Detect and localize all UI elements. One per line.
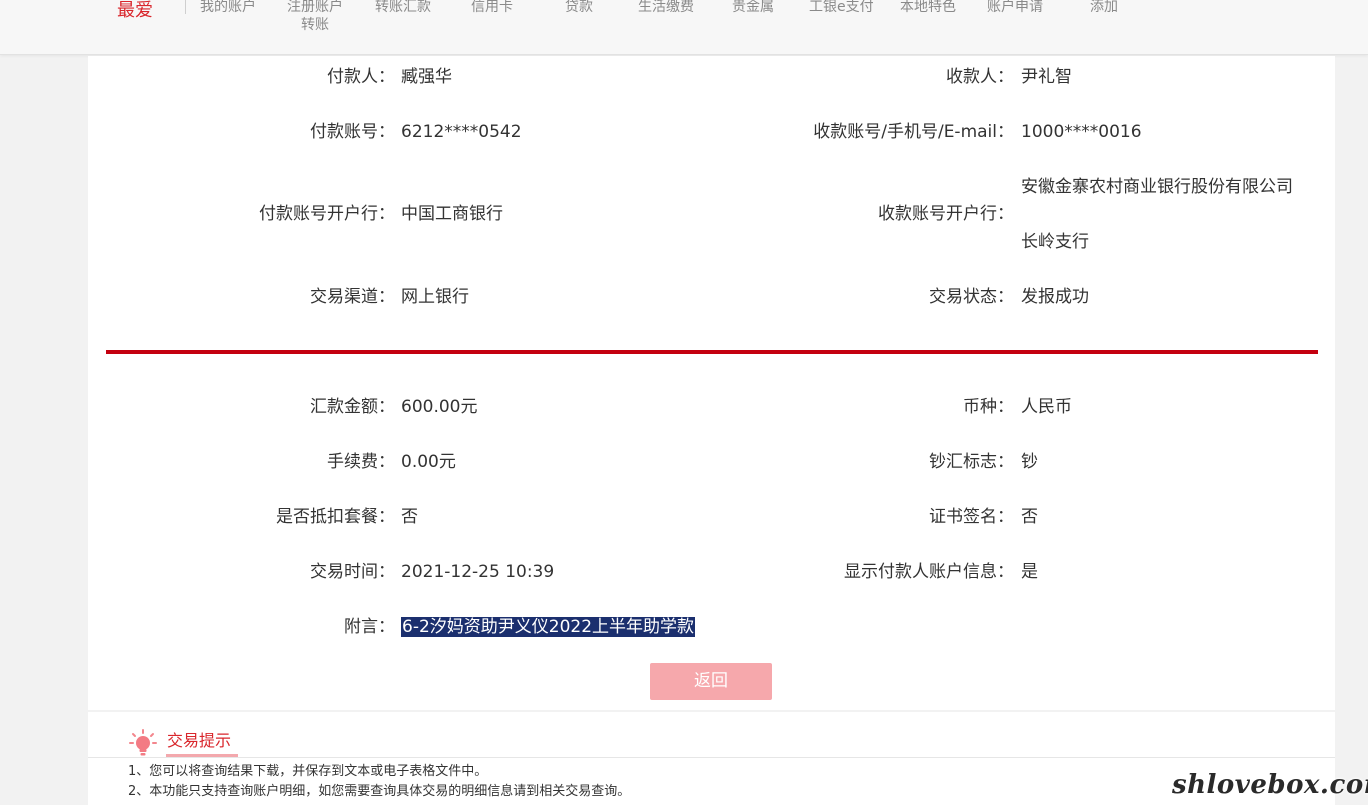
time-label: 交易时间： [310, 562, 395, 582]
nav-item-registered-transfer-line1: 注册账户 [287, 0, 343, 15]
currency-label: 币种： [963, 397, 1014, 417]
nav-separator [185, 0, 186, 14]
tip-line-2: 2、本功能只支持查询账户明细，如您需要查询具体交易的明细信息请到相关交易查询。 [128, 784, 631, 799]
nav-item-e-pay[interactable]: 工银e支付 [809, 0, 874, 16]
fee-label: 手续费： [327, 452, 395, 472]
payee-account-label: 收款账号/手机号/E-mail： [813, 122, 1014, 142]
tip-line-1: 1、您可以将查询结果下载，并保存到文本或电子表格文件中。 [128, 764, 488, 779]
channel-label: 交易渠道： [310, 287, 395, 307]
nav-item-registered-transfer[interactable]: 注册账户 转账 [287, 0, 343, 34]
payee-account-value: 1000****0016 [1021, 122, 1142, 142]
top-nav: 最爱 我的账户 注册账户 转账 转账汇款 信用卡 贷款 生活缴费 贵金属 工银e… [0, 0, 1368, 55]
nav-item-add[interactable]: 添加 [1090, 0, 1118, 16]
watermark: shlovebox.com [1172, 770, 1368, 800]
currency-value: 人民币 [1021, 397, 1072, 417]
payer-account-label: 付款账号： [310, 122, 395, 142]
transaction-tips: 交易提示 1、您可以将查询结果下载，并保存到文本或电子表格文件中。 2、本功能只… [88, 712, 1335, 805]
nav-item-my-account[interactable]: 我的账户 [200, 0, 256, 16]
lightbulb-icon [128, 728, 158, 758]
payee-bank-value-line1: 安徽金寨农村商业银行股份有限公司 [1021, 177, 1293, 197]
payer-account-value: 6212****0542 [401, 122, 522, 142]
cert-value: 否 [1021, 507, 1038, 527]
nav-item-account-apply[interactable]: 账户申请 [987, 0, 1043, 16]
channel-value: 网上银行 [401, 287, 469, 307]
nav-item-credit-card[interactable]: 信用卡 [471, 0, 513, 16]
fee-value: 0.00元 [401, 452, 456, 472]
return-button[interactable]: 返回 [650, 663, 772, 700]
nav-favorite[interactable]: 最爱 [117, 0, 153, 22]
memo-value: 6-2汐妈资助尹义仪2022上半年助学款 [401, 612, 696, 642]
nav-item-loan[interactable]: 贷款 [565, 0, 593, 16]
cert-label: 证书签名： [929, 507, 1014, 527]
nav-item-transfer[interactable]: 转账汇款 [375, 0, 431, 16]
package-value: 否 [401, 507, 418, 527]
tips-title-underline [166, 754, 238, 757]
show-payer-value: 是 [1021, 562, 1038, 582]
tips-title: 交易提示 [167, 731, 232, 750]
nav-item-precious-metal[interactable]: 贵金属 [732, 0, 774, 16]
show-payer-label: 显示付款人账户信息： [844, 562, 1014, 582]
status-value: 发报成功 [1021, 287, 1089, 307]
payer-value: 臧强华 [401, 67, 452, 87]
payee-label: 收款人： [946, 67, 1014, 87]
payee-bank-label: 收款账号开户行： [878, 204, 1014, 224]
payer-label: 付款人： [327, 67, 395, 87]
memo-selected-text[interactable]: 6-2汐妈资助尹义仪2022上半年助学款 [401, 617, 696, 637]
tips-header-line [88, 757, 1335, 758]
cash-flag-label: 钞汇标志： [929, 452, 1014, 472]
amount-label: 汇款金额： [310, 397, 395, 417]
payee-bank-value-line2: 长岭支行 [1021, 232, 1089, 252]
memo-label: 附言： [344, 617, 395, 637]
nav-item-local-feature[interactable]: 本地特色 [900, 0, 956, 16]
payer-bank-label: 付款账号开户行： [259, 204, 395, 224]
amount-value: 600.00元 [401, 397, 478, 417]
nav-item-bill-payment[interactable]: 生活缴费 [638, 0, 694, 16]
status-label: 交易状态： [929, 287, 1014, 307]
package-label: 是否抵扣套餐： [276, 507, 395, 527]
nav-item-registered-transfer-line2: 转账 [301, 17, 329, 33]
time-value: 2021-12-25 10:39 [401, 562, 555, 582]
payer-bank-value: 中国工商银行 [401, 204, 503, 224]
section-divider [106, 350, 1318, 354]
payee-value: 尹礼智 [1021, 67, 1072, 87]
transaction-detail-panel: 付款人： 臧强华 收款人： 尹礼智 付款账号： 6212****0542 收款账… [88, 56, 1335, 710]
cash-flag-value: 钞 [1021, 452, 1038, 472]
